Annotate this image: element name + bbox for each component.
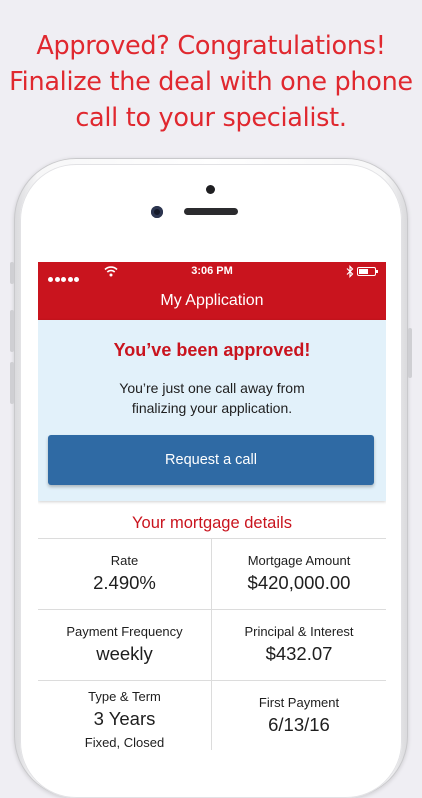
approval-message-line-1: You’re just one call away from (119, 380, 305, 396)
status-bar: 3:06 PM (38, 262, 386, 282)
earpiece-speaker (184, 208, 238, 215)
type-term-value: 3 Years (93, 708, 156, 729)
first-payment-label: First Payment (258, 695, 340, 710)
power-button (408, 328, 412, 378)
battery-icon (357, 267, 378, 276)
approval-panel: You’ve been approved! You’re just one ca… (38, 320, 386, 501)
payment-frequency-cell: Payment Frequency weekly (38, 610, 212, 680)
promo-line-2: Finalize the deal with one phone (9, 67, 413, 97)
principal-interest-value: $432.07 (265, 643, 333, 664)
rate-cell: Rate 2.490% (38, 539, 212, 609)
status-time: 3:06 PM (191, 265, 233, 277)
first-payment-value: 6/13/16 (268, 714, 330, 735)
mortgage-amount-label: Mortgage Amount (247, 553, 351, 568)
bluetooth-icon (346, 265, 354, 278)
type-term-cell: Type & Term 3 Years Fixed, Closed (38, 681, 212, 750)
first-payment-cell: First Payment 6/13/16 (212, 681, 386, 750)
promo-headline: Approved? Congratulations! Finalize the … (0, 28, 422, 136)
approval-message-line-2: finalizing your application. (131, 400, 293, 416)
type-term-subvalue: Fixed, Closed (84, 735, 165, 750)
approval-message: You’re just one call away from finalizin… (38, 378, 386, 418)
mortgage-amount-cell: Mortgage Amount $420,000.00 (212, 539, 386, 609)
rate-label: Rate (110, 553, 139, 568)
front-camera-icon (151, 206, 163, 218)
type-term-label: Type & Term (88, 689, 161, 704)
promo-line-3: call to your specialist. (75, 103, 347, 133)
payment-frequency-label: Payment Frequency (66, 624, 183, 639)
volume-up-button (10, 310, 14, 352)
mortgage-amount-value: $420,000.00 (247, 572, 351, 593)
volume-down-button (10, 362, 14, 404)
rate-value: 2.490% (93, 572, 156, 593)
proximity-sensor-icon (206, 185, 215, 194)
nav-title: My Application (38, 282, 386, 320)
principal-interest-cell: Principal & Interest $432.07 (212, 610, 386, 680)
mortgage-details-grid: Rate 2.490% Mortgage Amount $420,000.00 … (38, 538, 386, 750)
principal-interest-label: Principal & Interest (244, 624, 354, 639)
details-row: Payment Frequency weekly Principal & Int… (38, 610, 386, 681)
details-row: Type & Term 3 Years Fixed, Closed First … (38, 681, 386, 750)
request-call-button[interactable]: Request a call (48, 435, 374, 485)
app-screen: 3:06 PM My Application You’ve been appro… (38, 262, 386, 750)
mute-switch (10, 262, 14, 284)
mortgage-details-title: Your mortgage details (132, 514, 292, 532)
details-row: Rate 2.490% Mortgage Amount $420,000.00 (38, 539, 386, 610)
promo-line-1: Approved? Congratulations! (36, 31, 386, 61)
approval-title: You’ve been approved! (113, 340, 311, 360)
payment-frequency-value: weekly (96, 643, 153, 664)
